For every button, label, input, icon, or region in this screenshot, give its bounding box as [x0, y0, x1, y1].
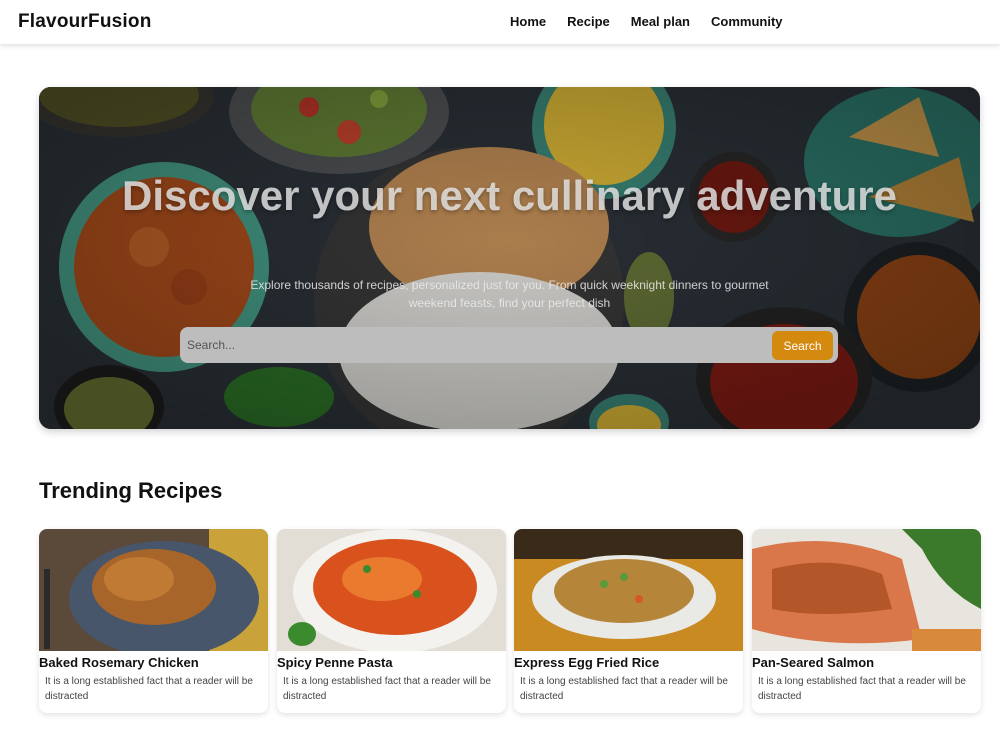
hero-subtitle: Explore thousands of recipes, personaliz… [250, 278, 769, 310]
recipe-image-fried-rice [514, 529, 743, 651]
brand-logo[interactable]: FlavourFusion [18, 11, 152, 33]
nav-links: Home Recipe Meal plan Community [510, 14, 783, 29]
hero-food-image [39, 87, 980, 429]
navbar: FlavourFusion Home Recipe Meal plan Comm… [0, 0, 1000, 44]
recipe-card-express-egg-fried-rice[interactable]: Express Egg Fried Rice It is a long esta… [514, 529, 743, 713]
recipe-card-spicy-penne-pasta[interactable]: Spicy Penne Pasta It is a long establish… [277, 529, 506, 713]
nav-link-community[interactable]: Community [711, 14, 783, 29]
search-button[interactable]: Search [772, 331, 833, 360]
recipe-image-chicken [39, 529, 268, 651]
recipe-title: Baked Rosemary Chicken [39, 655, 199, 670]
nav-link-home[interactable]: Home [510, 14, 546, 29]
hero-banner: Discover your next cullinary adventure E… [39, 87, 980, 429]
recipe-title: Spicy Penne Pasta [277, 655, 393, 670]
recipe-card-baked-rosemary-chicken[interactable]: Baked Rosemary Chicken It is a long esta… [39, 529, 268, 713]
search-bar: Search [180, 327, 838, 363]
recipe-title: Pan-Seared Salmon [752, 655, 875, 670]
recipe-title: Express Egg Fried Rice [514, 655, 660, 670]
recipe-card-pan-seared-salmon[interactable]: Pan-Seared Salmon It is a long establish… [752, 529, 981, 713]
hero-title: Discover your next cullinary adventure [122, 172, 897, 219]
recipe-description: It is a long established fact that a rea… [45, 676, 253, 702]
recipe-description: It is a long established fact that a rea… [520, 676, 728, 702]
nav-link-meal-plan[interactable]: Meal plan [631, 14, 690, 29]
recipe-image-salmon [752, 529, 981, 651]
trending-recipes-heading: Trending Recipes [39, 478, 223, 503]
nav-link-recipe[interactable]: Recipe [567, 14, 610, 29]
recipe-image-pasta [277, 529, 506, 651]
recipe-description: It is a long established fact that a rea… [758, 676, 966, 702]
recipe-description: It is a long established fact that a rea… [283, 676, 491, 702]
search-input[interactable] [180, 327, 765, 363]
